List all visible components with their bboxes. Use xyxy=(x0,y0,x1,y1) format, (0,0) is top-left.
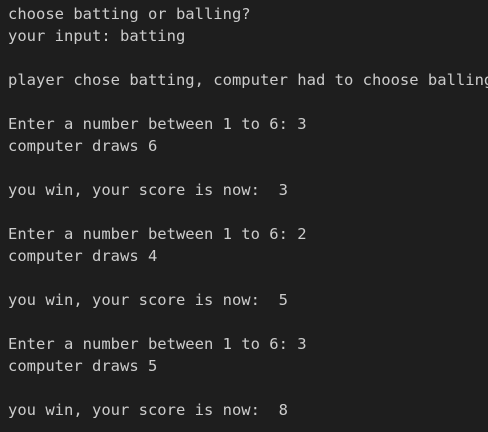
enter-number-line: Enter a number between 1 to 6: 3 xyxy=(8,115,307,133)
score-line: you win, your score is now: 5 xyxy=(8,291,288,309)
prompt-line: choose batting or balling? xyxy=(8,5,251,23)
computer-draw-line: computer draws 4 xyxy=(8,247,158,265)
score-line: you win, your score is now: 3 xyxy=(8,181,288,199)
computer-draw-line: computer draws 5 xyxy=(8,357,158,375)
input-line: your input: batting xyxy=(8,27,186,45)
computer-draw-line: computer draws 6 xyxy=(8,137,158,155)
score-line: you win, your score is now: 8 xyxy=(8,401,288,419)
terminal-output[interactable]: choose batting or balling? your input: b… xyxy=(0,0,488,432)
enter-number-line: Enter a number between 1 to 6: 2 xyxy=(8,225,307,243)
choice-message-line: player chose batting, computer had to ch… xyxy=(8,71,488,89)
enter-number-line: Enter a number between 1 to 6: 3 xyxy=(8,335,307,353)
